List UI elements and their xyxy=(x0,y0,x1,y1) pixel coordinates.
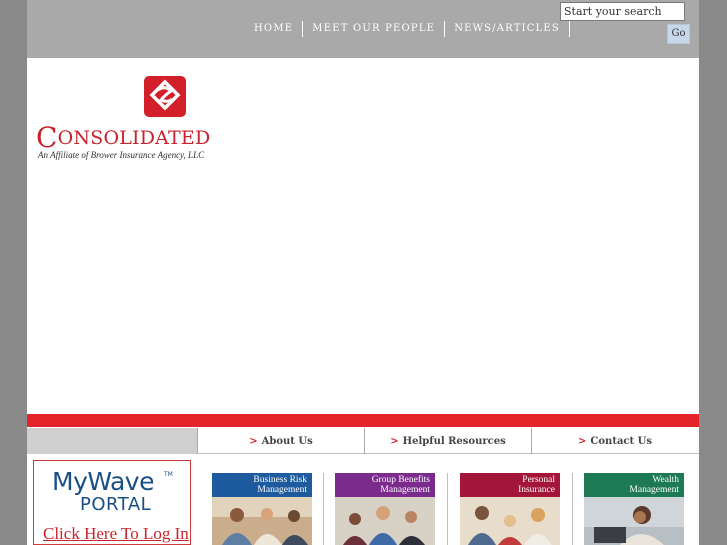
subnav-label: Helpful Resources xyxy=(402,435,506,447)
chevron-right-icon: > xyxy=(578,435,587,447)
card-personal-insurance[interactable]: Personal Insurance xyxy=(460,473,560,545)
mywave-portal-login-banner[interactable]: MyWave TM PORTAL Click Here To Log In xyxy=(33,460,191,545)
secondary-nav: > About Us > Helpful Resources > Contact… xyxy=(27,428,699,454)
nav-meet-our-people[interactable]: MEET OUR PEOPLE xyxy=(303,21,444,37)
top-nav: HOME MEET OUR PEOPLE NEWS/ARTICLES xyxy=(245,21,570,37)
card-wealth-management[interactable]: Wealth Management xyxy=(584,473,684,545)
brand-tagline: An Affiliate of Brower Insurance Agency,… xyxy=(38,150,205,160)
card-business-risk-management[interactable]: Business Risk Management xyxy=(212,473,312,545)
card-title-line2: Management xyxy=(629,485,679,495)
card-divider xyxy=(323,473,324,545)
company-logo[interactable]: CONSOLIDATED An Affiliate of Brower Insu… xyxy=(36,75,210,163)
card-title-line1: Business Risk xyxy=(253,475,307,485)
red-divider-band xyxy=(27,414,699,427)
nav-news-articles[interactable]: NEWS/ARTICLES xyxy=(445,21,569,37)
card-header: Personal Insurance xyxy=(460,473,560,497)
chevron-right-icon: > xyxy=(249,435,258,447)
card-title-line2: Management xyxy=(257,485,307,495)
card-photo-group-people xyxy=(335,497,435,545)
card-photo-business-people xyxy=(212,497,312,545)
card-header: Group Benefits Management xyxy=(335,473,435,497)
nav-divider xyxy=(568,21,570,37)
card-title-line1: Group Benefits xyxy=(371,475,430,485)
card-title-line2: Management xyxy=(380,485,430,495)
subnav-helpful-resources[interactable]: > Helpful Resources xyxy=(364,428,531,454)
mywave-login-link[interactable]: Click Here To Log In xyxy=(43,524,189,544)
logo-emblem-icon xyxy=(144,76,186,117)
subnav-contact-us[interactable]: > Contact Us xyxy=(531,428,698,454)
card-title-line1: Wealth xyxy=(652,475,679,485)
card-header: Business Risk Management xyxy=(212,473,312,497)
page: HOME MEET OUR PEOPLE NEWS/ARTICLES Go CO… xyxy=(27,0,699,545)
subnav-label: Contact Us xyxy=(590,435,652,447)
search-input[interactable] xyxy=(560,2,685,21)
mywave-title: MyWave xyxy=(52,467,154,496)
card-header: Wealth Management xyxy=(584,473,684,497)
card-title-line1: Personal xyxy=(522,475,555,485)
card-divider xyxy=(447,473,448,545)
brand-rest: ONSOLIDATED xyxy=(57,127,211,149)
card-title-line2: Insurance xyxy=(518,485,555,495)
card-photo-woman-at-laptop xyxy=(584,497,684,545)
search-go-button[interactable]: Go xyxy=(667,24,690,44)
subnav-spacer xyxy=(27,428,197,454)
mywave-portal-label: PORTAL xyxy=(80,494,152,515)
card-photo-family xyxy=(460,497,560,545)
card-group-benefits-management[interactable]: Group Benefits Management xyxy=(335,473,435,545)
card-divider xyxy=(572,473,573,545)
header-bar: HOME MEET OUR PEOPLE NEWS/ARTICLES Go xyxy=(27,0,699,58)
trademark-mark: TM xyxy=(164,471,173,478)
chevron-right-icon: > xyxy=(390,435,399,447)
nav-home[interactable]: HOME xyxy=(245,21,302,37)
subnav-about-us[interactable]: > About Us xyxy=(197,428,364,454)
subnav-label: About Us xyxy=(261,435,313,447)
